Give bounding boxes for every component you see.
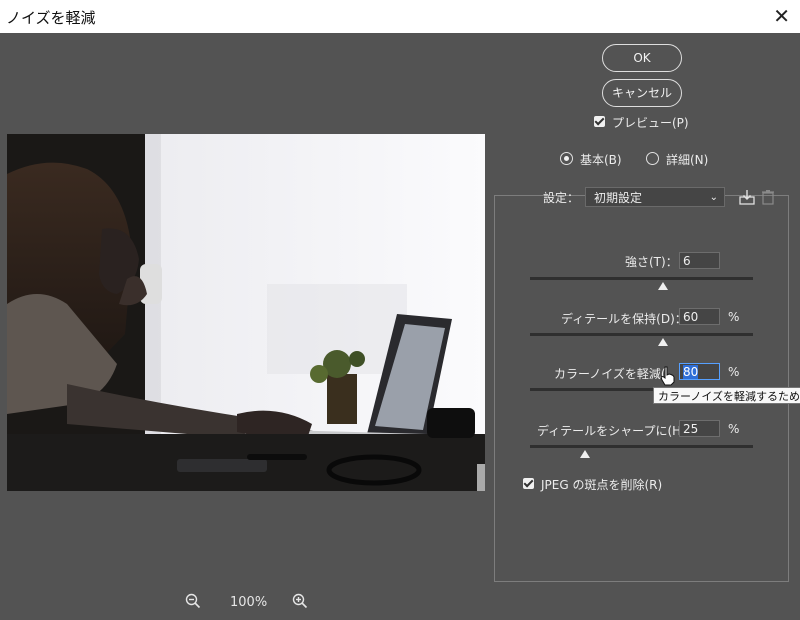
preview-label: プレビュー(P) xyxy=(612,116,689,130)
sharpen-details-unit: % xyxy=(728,422,740,436)
settings-select[interactable]: 初期設定 ⌄ xyxy=(585,187,725,207)
preview-photo xyxy=(7,134,485,491)
preview-checkbox[interactable] xyxy=(594,116,605,127)
reduce-color-noise-input[interactable]: 80 xyxy=(679,363,720,380)
zoom-in-icon[interactable] xyxy=(292,593,308,613)
jpeg-artifact-label: JPEG の斑点を削除(R) xyxy=(541,478,663,492)
preserve-details-unit: % xyxy=(728,310,740,324)
sharpen-details-label: ディテールをシャープに(H)： xyxy=(537,424,698,438)
basic-label: 基本(B) xyxy=(580,153,622,167)
ok-button[interactable]: OK xyxy=(602,44,682,72)
preserve-details-label: ディテールを保持(D)： xyxy=(561,312,687,326)
basic-radio[interactable] xyxy=(560,152,573,165)
reduce-color-noise-label: カラーノイズを軽減( xyxy=(554,367,666,381)
preserve-details-slider-track[interactable] xyxy=(530,333,753,336)
save-preset-icon[interactable] xyxy=(738,188,756,210)
title-bar: ノイズを軽減 ✕ xyxy=(0,0,800,33)
settings-value: 初期設定 xyxy=(594,191,643,205)
reduce-color-noise-unit: % xyxy=(728,365,740,379)
strength-slider-track[interactable] xyxy=(530,277,753,280)
tooltip: カラーノイズを軽減するための強 xyxy=(653,387,800,404)
chevron-down-icon: ⌄ xyxy=(709,192,718,203)
zoom-out-icon[interactable] xyxy=(185,593,201,613)
strength-input[interactable]: 6 xyxy=(679,252,720,269)
jpeg-artifact-checkbox[interactable] xyxy=(523,478,534,489)
close-icon[interactable]: ✕ xyxy=(773,4,790,28)
sharpen-details-input[interactable]: 25 xyxy=(679,420,720,437)
strength-slider-thumb[interactable] xyxy=(658,282,668,290)
advanced-label: 詳細(N) xyxy=(666,153,709,167)
cancel-button[interactable]: キャンセル xyxy=(602,79,682,107)
trash-icon[interactable] xyxy=(761,189,775,209)
reduce-color-noise-value: 80 xyxy=(683,365,699,379)
sharpen-details-slider-track[interactable] xyxy=(530,445,753,448)
zoom-level: 100% xyxy=(230,595,268,610)
dialog-title: ノイズを軽減 xyxy=(6,9,96,27)
advanced-radio[interactable] xyxy=(646,152,659,165)
preview-image[interactable] xyxy=(7,134,485,491)
sharpen-details-slider-thumb[interactable] xyxy=(580,450,590,458)
strength-label: 強さ(T)： xyxy=(625,255,678,269)
settings-label: 設定： xyxy=(543,191,580,205)
preserve-details-input[interactable]: 60 xyxy=(679,308,720,325)
preserve-details-slider-thumb[interactable] xyxy=(658,338,668,346)
